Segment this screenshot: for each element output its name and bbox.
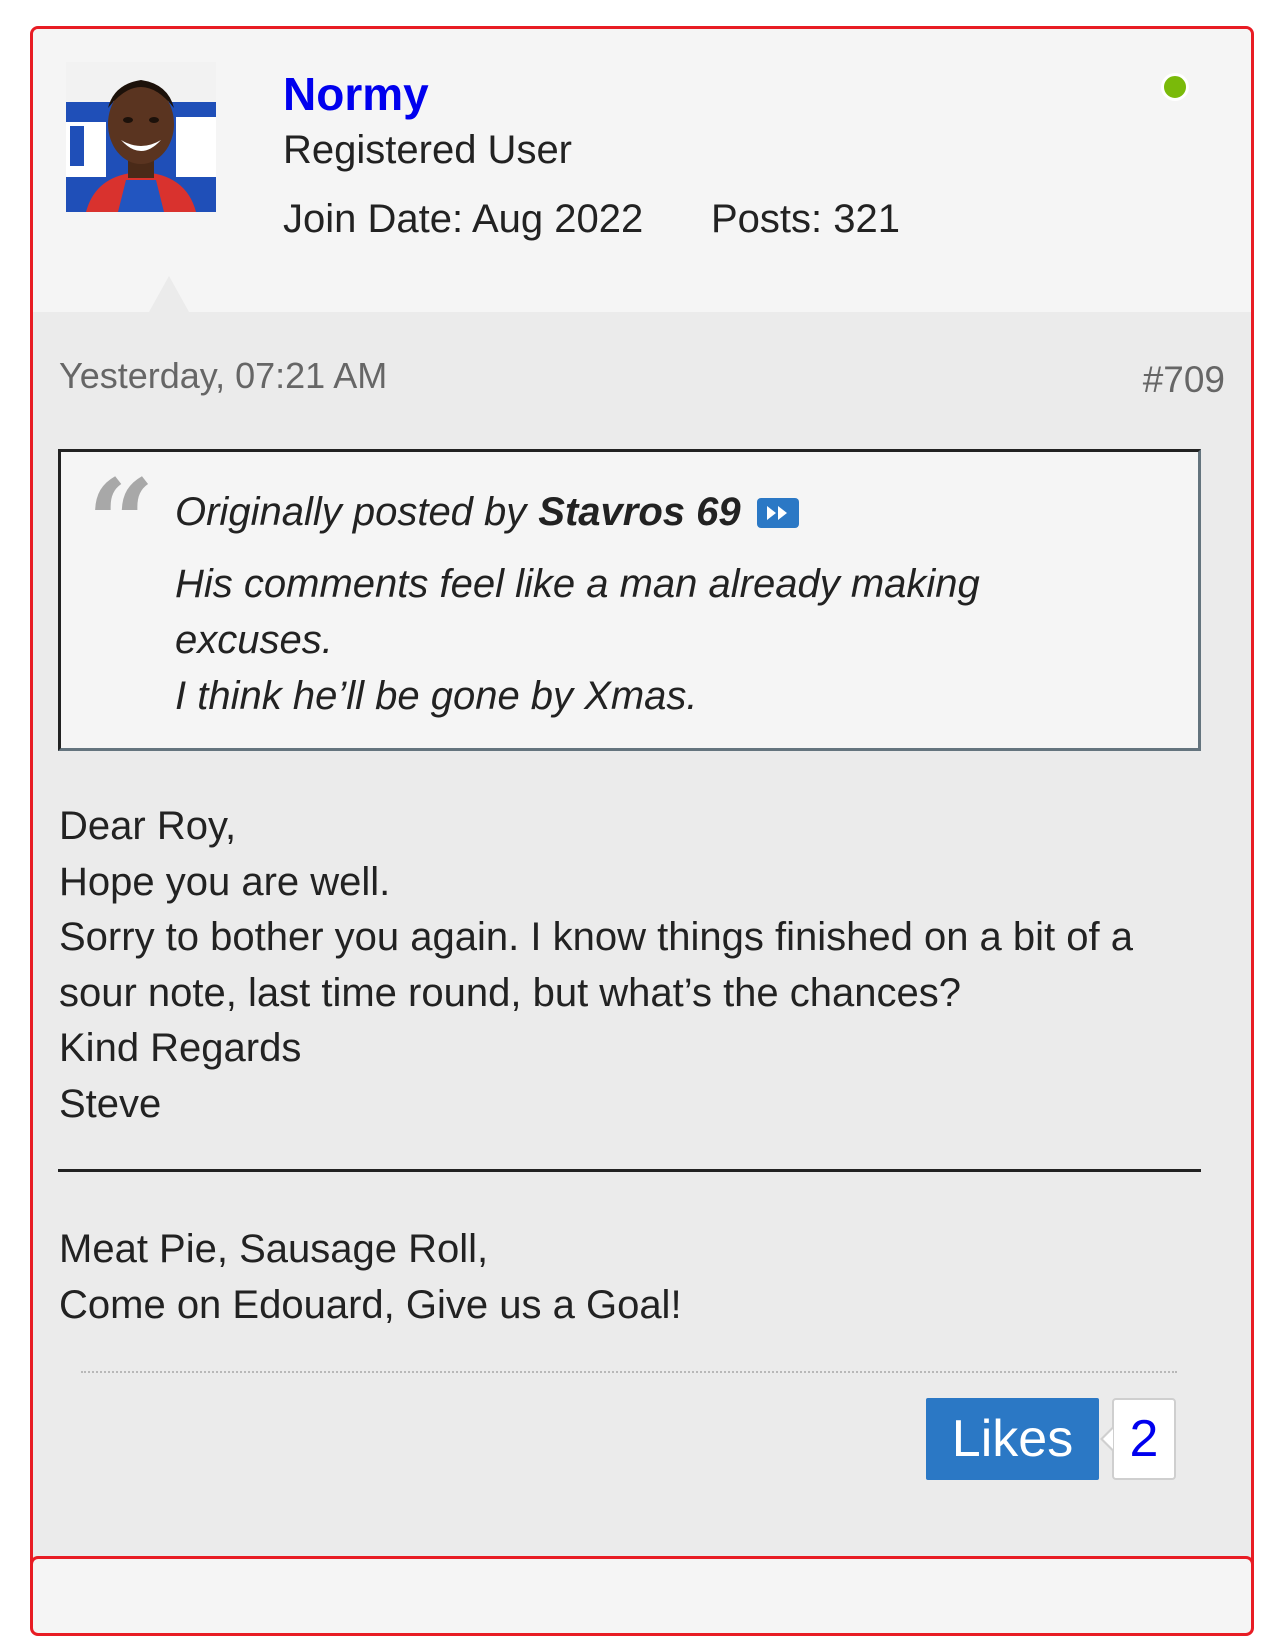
forum-post: Normy Registered User Join Date: Aug 202… — [30, 26, 1254, 1570]
post-timestamp: Yesterday, 07:21 AM — [59, 355, 388, 396]
quote-mark-icon: “ — [87, 453, 155, 592]
user-title: Registered User — [283, 128, 573, 172]
message-line: Kind Regards — [59, 1026, 302, 1070]
user-info-panel: Normy Registered User Join Date: Aug 202… — [33, 29, 1251, 312]
likes-count-pointer-inner — [1103, 1429, 1113, 1449]
post-number-link[interactable]: #709 — [1143, 359, 1225, 401]
likes-count[interactable]: 2 — [1112, 1398, 1176, 1480]
view-post-icon[interactable] — [756, 497, 799, 528]
post-count: Posts: 321 — [711, 197, 901, 241]
message-line: Sorry to bother you again. I know things… — [59, 915, 1133, 1015]
quote-block: “ Originally posted by Stavros 69 His co… — [58, 449, 1201, 751]
online-status-icon — [1161, 73, 1189, 101]
message-line: Steve — [59, 1081, 162, 1126]
quote-author: Stavros 69 — [538, 490, 741, 534]
footer-divider — [81, 1371, 1177, 1373]
quote-prefix: Originally posted by — [175, 490, 527, 534]
userinfo-pointer — [149, 276, 189, 312]
username-link[interactable]: Normy — [283, 67, 429, 121]
signature-line: Meat Pie, Sausage Roll, — [59, 1227, 489, 1271]
quote-line: I think he’ll be gone by Xmas. — [175, 674, 698, 718]
quote-text: His comments feel like a man already mak… — [175, 556, 1115, 724]
quote-attribution: Originally posted by Stavros 69 — [175, 490, 799, 535]
signature-line: Come on Edouard, Give us a Goal! — [59, 1283, 682, 1327]
avatar[interactable] — [66, 62, 216, 212]
signature: Meat Pie, Sausage Roll, Come on Edouard,… — [59, 1221, 1209, 1333]
signature-divider — [58, 1169, 1201, 1172]
post-message: Dear Roy, Hope you are well. Sorry to bo… — [59, 799, 1209, 1132]
avatar-image — [66, 62, 216, 212]
join-date: Join Date: Aug 2022 — [283, 197, 644, 241]
message-line: Dear Roy, — [59, 804, 237, 848]
quote-line: His comments feel like a man already mak… — [175, 562, 980, 662]
likes-count-container: 2 — [1100, 1398, 1176, 1480]
message-line: Hope you are well. — [59, 859, 391, 904]
likes-button[interactable]: Likes — [926, 1398, 1099, 1480]
next-forum-post — [30, 1556, 1254, 1636]
